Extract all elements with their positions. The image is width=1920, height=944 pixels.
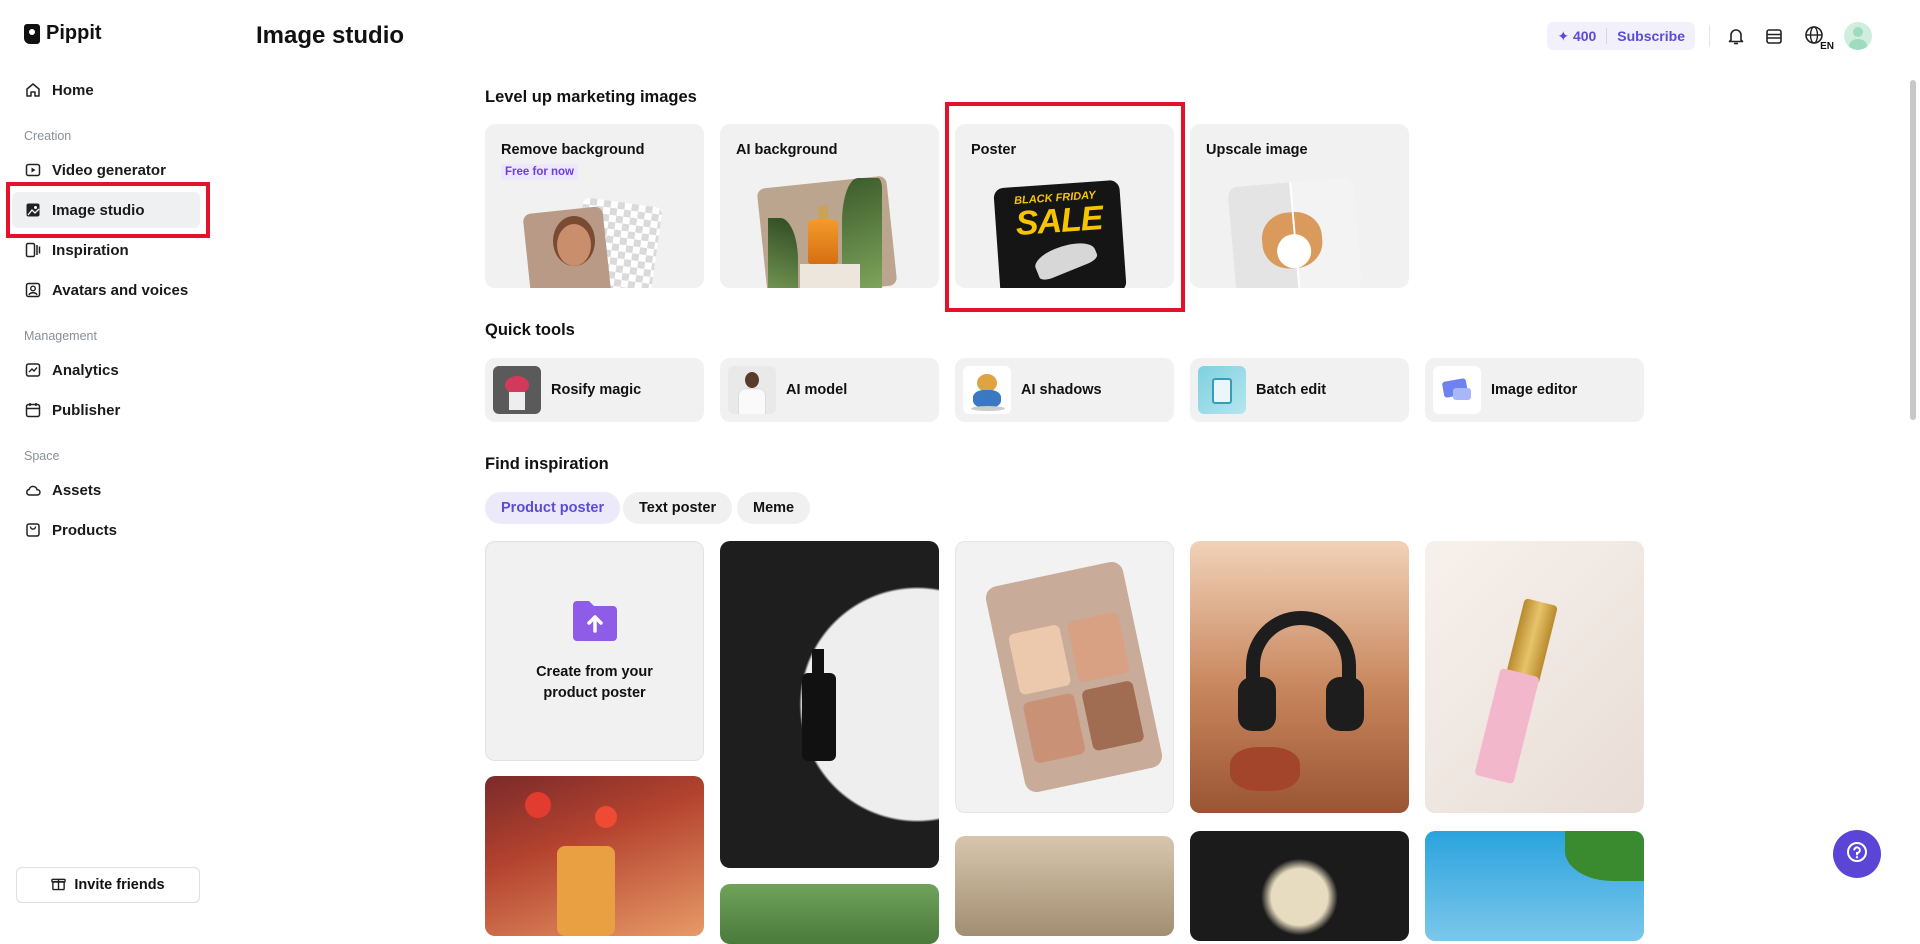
remove-bg-illustration: [522, 196, 663, 288]
sidebar-item-publisher[interactable]: Publisher: [12, 392, 200, 428]
create-tile-text: Create from your product poster: [536, 663, 653, 701]
folder-upload-icon: [571, 599, 619, 648]
divider: [1709, 25, 1710, 47]
ai-model-thumb: [728, 366, 776, 414]
tab-text-poster[interactable]: Text poster: [623, 492, 733, 524]
upscale-illustration: [1227, 176, 1363, 288]
sidebar-item-label: Avatars and voices: [52, 281, 189, 299]
gallery-image-green[interactable]: [720, 884, 939, 944]
tool-rosify-magic[interactable]: Rosify magic: [485, 358, 704, 422]
sidebar-item-label: Publisher: [52, 401, 121, 419]
box-icon: [24, 521, 42, 539]
subscribe-button[interactable]: Subscribe: [1617, 28, 1685, 44]
app-name: Pippit: [46, 22, 102, 44]
gallery-image-headphones[interactable]: [1190, 541, 1409, 813]
card-title: Remove background: [501, 142, 645, 158]
sidebar-item-home[interactable]: Home: [12, 72, 200, 108]
gallery-image-soap-flowers[interactable]: [485, 776, 704, 936]
pippit-logo[interactable]: Pippit: [24, 22, 102, 45]
sparkle-icon: ✦: [1557, 27, 1570, 44]
wallet-icon[interactable]: [1762, 24, 1786, 48]
sidebar: Pippit Home Creation Video generator Ima…: [0, 0, 220, 917]
section-heading-quick-tools: Quick tools: [485, 321, 575, 339]
language-globe-icon[interactable]: EN: [1800, 24, 1834, 52]
image-editor-thumb: [1433, 366, 1481, 414]
inspiration-icon: [24, 241, 42, 259]
sidebar-item-products[interactable]: Products: [12, 512, 200, 548]
invite-label: Invite friends: [74, 877, 165, 893]
gift-icon: [51, 876, 67, 895]
credits-value: 400: [1572, 27, 1597, 44]
sidebar-item-label: Products: [52, 521, 118, 539]
sidebar-item-assets[interactable]: Assets: [12, 472, 200, 508]
tool-label: AI model: [786, 382, 848, 398]
highlight-box-poster: [945, 102, 1185, 312]
tab-meme[interactable]: Meme: [737, 492, 811, 524]
rosify-thumb: [493, 366, 541, 414]
tool-image-editor[interactable]: Image editor: [1425, 358, 1644, 422]
gallery-image-jar[interactable]: [955, 836, 1174, 936]
ai-background-illustration: [756, 175, 898, 288]
card-title: AI background: [736, 142, 838, 158]
sidebar-item-label: Video generator: [52, 161, 166, 179]
home-icon: [24, 81, 42, 99]
sidebar-item-avatars-voices[interactable]: Avatars and voices: [12, 272, 200, 308]
user-avatar[interactable]: [1844, 22, 1872, 50]
tool-label: Image editor: [1491, 382, 1578, 398]
invite-friends-button[interactable]: Invite friends: [16, 867, 200, 903]
gallery-image-beach[interactable]: [1425, 831, 1644, 941]
section-heading-find-inspiration: Find inspiration: [485, 455, 609, 473]
section-heading-marketing: Level up marketing images: [485, 88, 697, 106]
avatar-icon: [24, 281, 42, 299]
gallery-image-eyeshadow[interactable]: [955, 541, 1174, 813]
create-from-product-poster[interactable]: Create from your product poster: [485, 541, 704, 761]
card-upscale-image[interactable]: Upscale image: [1190, 124, 1409, 288]
tab-product-poster[interactable]: Product poster: [485, 492, 621, 524]
tool-batch-edit[interactable]: Batch edit: [1190, 358, 1409, 422]
page-title: Image studio: [256, 22, 405, 49]
tool-label: AI shadows: [1021, 382, 1102, 398]
highlight-box-image-studio: [6, 182, 210, 238]
free-badge: Free for now: [501, 164, 579, 180]
help-button[interactable]: [1833, 830, 1881, 878]
credits-count: ✦ 400: [1557, 28, 1596, 45]
sidebar-item-analytics[interactable]: Analytics: [12, 352, 200, 388]
section-label-creation: Creation: [24, 129, 72, 143]
bell-icon[interactable]: [1724, 24, 1748, 48]
sidebar-item-label: Analytics: [52, 361, 119, 379]
sidebar-item-label: Inspiration: [52, 241, 129, 259]
card-ai-background[interactable]: AI background: [720, 124, 939, 288]
ai-shadows-thumb: [963, 366, 1011, 414]
credits-subscribe[interactable]: ✦ 400 Subscribe: [1547, 22, 1695, 50]
pippit-logo-icon: [24, 23, 40, 44]
gallery-image-perfume[interactable]: [1190, 831, 1409, 941]
gallery-image-lipgloss[interactable]: [1425, 541, 1644, 813]
tool-label: Batch edit: [1256, 382, 1327, 398]
card-remove-background[interactable]: Remove background Free for now: [485, 124, 704, 288]
sidebar-item-label: Home: [52, 81, 94, 99]
tool-ai-shadows[interactable]: AI shadows: [955, 358, 1174, 422]
section-label-management: Management: [24, 329, 97, 343]
top-right-toolbar: ✦ 400 Subscribe EN: [1547, 22, 1872, 52]
batch-edit-thumb: [1198, 366, 1246, 414]
card-title: Upscale image: [1206, 142, 1308, 158]
video-icon: [24, 161, 42, 179]
section-label-space: Space: [24, 449, 60, 463]
gallery-image-black-bottle[interactable]: [720, 541, 939, 868]
analytics-icon: [24, 361, 42, 379]
divider: [1606, 28, 1608, 44]
tool-ai-model[interactable]: AI model: [720, 358, 939, 422]
question-icon: [1845, 840, 1869, 869]
tool-label: Rosify magic: [551, 382, 642, 398]
language-code: EN: [1820, 41, 1834, 52]
scrollbar[interactable]: [1910, 80, 1916, 420]
cloud-icon: [24, 481, 42, 499]
calendar-icon: [24, 401, 42, 419]
sidebar-item-label: Assets: [52, 481, 102, 499]
